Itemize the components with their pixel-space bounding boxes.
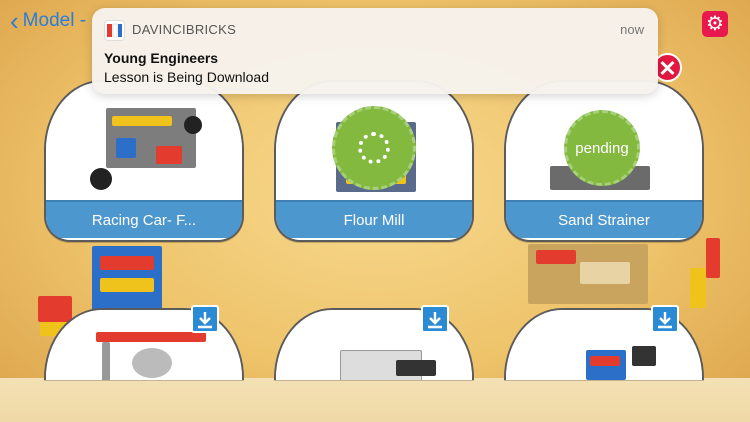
download-icon bbox=[198, 312, 212, 329]
chevron-left-icon: ‹ bbox=[10, 6, 19, 36]
download-icon bbox=[658, 312, 672, 329]
model-card-flour-mill[interactable]: Flour Mill bbox=[274, 80, 474, 242]
model-image: pending bbox=[506, 82, 702, 200]
gear-icon: ⚙ bbox=[706, 13, 724, 35]
notification-body: Lesson is Being Download bbox=[104, 69, 269, 85]
download-button[interactable] bbox=[191, 305, 219, 333]
model-label: Flour Mill bbox=[276, 200, 472, 238]
download-button[interactable] bbox=[421, 305, 449, 333]
notification-time: now bbox=[620, 22, 644, 37]
pending-badge: pending bbox=[564, 110, 640, 186]
back-button[interactable]: ‹ Model - bbox=[10, 6, 87, 36]
download-progress bbox=[332, 106, 416, 190]
model-label: Racing Car- F... bbox=[46, 200, 242, 238]
notification-app-name: DAVINCIBRICKS bbox=[132, 22, 237, 37]
model-image bbox=[46, 82, 242, 200]
settings-button[interactable]: ⚙ bbox=[702, 11, 728, 37]
model-image bbox=[276, 82, 472, 200]
notification-title: Young Engineers bbox=[104, 50, 219, 66]
back-label: Model - bbox=[22, 10, 87, 31]
spinner-icon bbox=[358, 132, 390, 164]
close-icon: ✕ bbox=[658, 56, 677, 81]
app-icon bbox=[104, 20, 125, 41]
notification-banner[interactable]: DAVINCIBRICKS now Young Engineers Lesson… bbox=[92, 8, 658, 94]
download-icon bbox=[428, 312, 442, 329]
background-strip bbox=[0, 378, 750, 422]
model-card-sand-strainer[interactable]: pending Sand Strainer bbox=[504, 80, 704, 242]
pending-text: pending bbox=[575, 139, 629, 157]
model-card-racing-car[interactable]: Racing Car- F... bbox=[44, 80, 244, 242]
model-label: Sand Strainer bbox=[506, 200, 702, 238]
download-button[interactable] bbox=[651, 305, 679, 333]
